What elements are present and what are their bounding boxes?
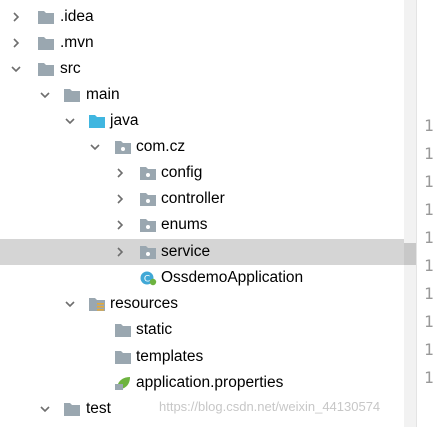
chevron-down-icon[interactable]: [62, 296, 78, 312]
tree-scrollbar-track[interactable]: [404, 0, 416, 427]
chevron-down-icon[interactable]: [87, 139, 103, 155]
line-number: 1: [424, 256, 434, 275]
line-number: 1: [424, 116, 434, 135]
folder-icon: [114, 322, 132, 338]
tree-item-resources[interactable]: resources: [0, 291, 404, 317]
tree-item-service[interactable]: service: [0, 239, 404, 265]
chevron-right-icon[interactable]: [112, 244, 128, 260]
spring-properties-icon: [114, 375, 132, 391]
tree-item-templates[interactable]: templates: [0, 344, 404, 370]
tree-item-test[interactable]: test: [0, 396, 404, 422]
tree-item-label: .mvn: [60, 34, 94, 51]
tree-item-label: com.cz: [136, 138, 186, 155]
tree-item-label: application.properties: [136, 374, 284, 391]
package-icon: [114, 139, 132, 155]
tree-item-label: java: [110, 112, 139, 129]
tree-item-label: templates: [136, 348, 204, 365]
project-tree: .idea .mvn src main java com.cz config c…: [0, 0, 404, 427]
tree-item-enums[interactable]: enums: [0, 212, 404, 238]
tree-item-label: resources: [110, 295, 179, 312]
tree-item-label: config: [161, 164, 203, 181]
tree-item-label: static: [136, 321, 173, 338]
resources-folder-icon: [88, 296, 106, 312]
folder-icon: [63, 87, 81, 103]
chevron-right-icon[interactable]: [8, 9, 24, 25]
chevron-down-icon[interactable]: [37, 87, 53, 103]
chevron-down-icon[interactable]: [8, 61, 24, 77]
folder-icon: [37, 9, 55, 25]
tree-item-mvn[interactable]: .mvn: [0, 30, 404, 56]
tree-item-idea[interactable]: .idea: [0, 4, 404, 30]
line-number: 1: [424, 340, 434, 359]
package-icon: [139, 217, 157, 233]
chevron-right-icon[interactable]: [8, 35, 24, 51]
tree-item-label: enums: [161, 216, 208, 233]
spring-boot-class-icon: C: [139, 270, 157, 286]
package-icon: [139, 191, 157, 207]
package-icon: [139, 165, 157, 181]
folder-icon: [37, 61, 55, 77]
tree-item-config[interactable]: config: [0, 160, 404, 186]
tree-item-java[interactable]: java: [0, 108, 404, 134]
line-number: 1: [424, 368, 434, 387]
tree-item-main[interactable]: main: [0, 82, 404, 108]
tree-item-application-properties[interactable]: application.properties: [0, 370, 404, 396]
package-icon: [139, 244, 157, 260]
line-number: 1: [424, 228, 434, 247]
chevron-down-icon[interactable]: [37, 401, 53, 417]
tree-item-label: src: [60, 60, 81, 77]
tree-item-ossdemo-application[interactable]: C OssdemoApplication: [0, 265, 404, 291]
chevron-right-icon[interactable]: [112, 191, 128, 207]
chevron-right-icon[interactable]: [112, 217, 128, 233]
line-number: 1: [424, 200, 434, 219]
tree-item-label: test: [86, 400, 111, 417]
chevron-right-icon[interactable]: [112, 165, 128, 181]
tree-item-label: .idea: [60, 8, 94, 25]
folder-icon: [63, 401, 81, 417]
tree-item-label: OssdemoApplication: [161, 269, 304, 286]
line-number: 1: [424, 144, 434, 163]
tree-item-com-cz[interactable]: com.cz: [0, 134, 404, 160]
tree-item-label: service: [161, 243, 211, 260]
folder-icon: [114, 349, 132, 365]
source-folder-icon: [88, 113, 106, 129]
folder-icon: [37, 35, 55, 51]
tree-scrollbar-thumb[interactable]: [404, 243, 416, 265]
svg-text:C: C: [144, 275, 150, 285]
tree-item-src[interactable]: src: [0, 56, 404, 82]
line-number: 1: [424, 172, 434, 191]
chevron-down-icon[interactable]: [62, 113, 78, 129]
tree-item-label: controller: [161, 190, 225, 207]
tree-item-controller[interactable]: controller: [0, 186, 404, 212]
line-number: 1: [424, 312, 434, 331]
tree-item-static[interactable]: static: [0, 317, 404, 343]
line-number: 1: [424, 284, 434, 303]
tree-item-label: main: [86, 86, 120, 103]
